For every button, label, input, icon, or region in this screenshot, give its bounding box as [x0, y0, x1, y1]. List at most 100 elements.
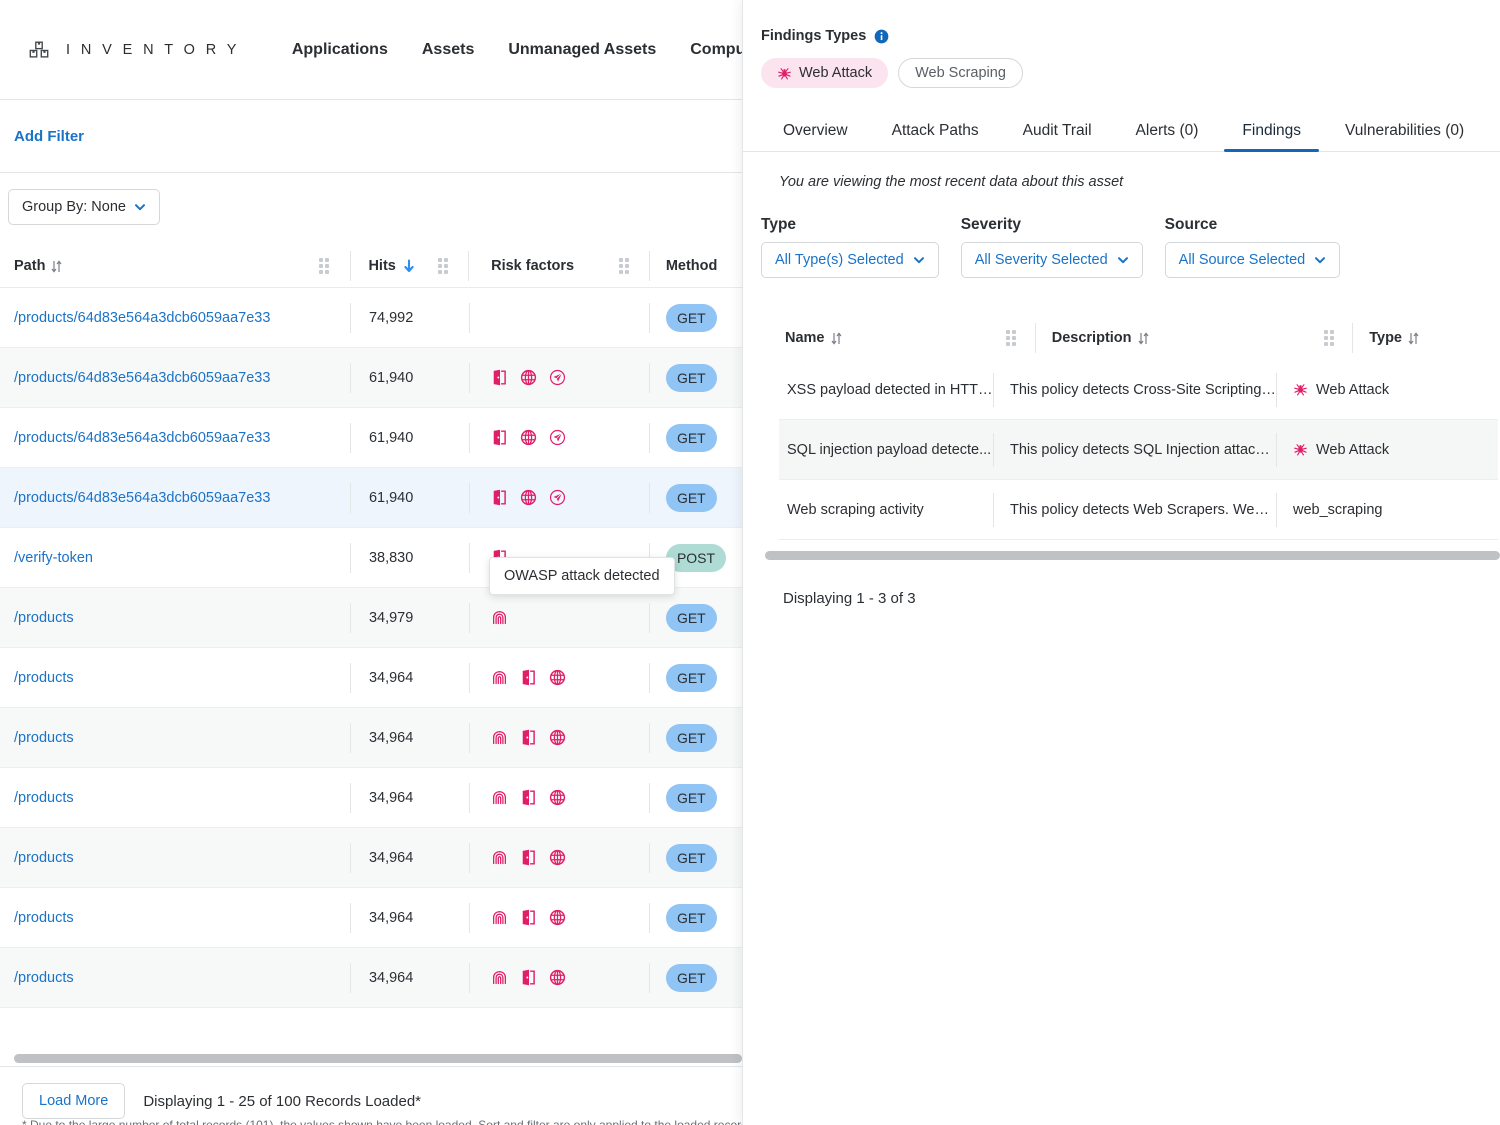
drag-handle-icon[interactable] — [1006, 330, 1016, 346]
add-filter-button[interactable]: Add Filter — [14, 128, 84, 145]
globe-icon[interactable] — [549, 789, 566, 806]
tab-attack-paths[interactable]: Attack Paths — [870, 123, 1001, 152]
sort-unsorted-icon[interactable] — [1138, 332, 1149, 345]
tab-alerts-0[interactable]: Alerts (0) — [1114, 123, 1221, 152]
filter-dropdown-severity[interactable]: All Severity Selected — [961, 242, 1143, 278]
findings-column-header-description[interactable]: Description — [1036, 323, 1306, 353]
door-icon[interactable] — [491, 369, 508, 386]
findings-column-header-name[interactable]: Name — [785, 323, 988, 353]
scrollbar-thumb[interactable] — [14, 1054, 742, 1063]
fingerprint-icon[interactable] — [491, 969, 508, 986]
door-icon[interactable] — [520, 669, 537, 686]
findings-table-row[interactable]: SQL injection payload detecte...This pol… — [779, 420, 1498, 480]
group-by-dropdown[interactable]: Group By: None — [8, 189, 160, 225]
drag-handle-icon[interactable] — [319, 258, 329, 274]
findings-table-row[interactable]: XSS payload detected in HTTP...This poli… — [779, 360, 1498, 420]
door-icon[interactable] — [491, 429, 508, 446]
globe-icon[interactable] — [549, 969, 566, 986]
path-link[interactable]: /products/64d83e564a3dcb6059aa7e33 — [14, 370, 299, 386]
paths-table-hscrollbar[interactable] — [0, 1050, 742, 1066]
fingerprint-icon[interactable] — [491, 669, 508, 686]
findings-column-resize-handle-description[interactable] — [1305, 323, 1352, 353]
column-resize-handle-path[interactable] — [299, 251, 350, 281]
paper-plane-circle-icon[interactable] — [549, 429, 566, 446]
table-row[interactable]: /products34,964GET — [0, 888, 742, 948]
findings-type-chip-web-scraping[interactable]: Web Scraping — [898, 58, 1023, 88]
sort-unsorted-icon[interactable] — [51, 260, 62, 273]
door-icon[interactable] — [520, 729, 537, 746]
drag-handle-icon[interactable] — [1324, 330, 1334, 346]
findings-table-row[interactable]: Web scraping activityThis policy detects… — [779, 480, 1498, 540]
findings-table-hscrollbar[interactable] — [743, 548, 1500, 564]
path-link[interactable]: /products — [14, 850, 299, 866]
paper-plane-circle-icon[interactable] — [549, 489, 566, 506]
path-link[interactable]: /products — [14, 970, 299, 986]
fingerprint-icon[interactable] — [491, 729, 508, 746]
table-row[interactable]: /products34,964GET — [0, 648, 742, 708]
fingerprint-icon[interactable] — [491, 849, 508, 866]
nav-link-unmanaged-assets[interactable]: Unmanaged Assets — [508, 41, 656, 59]
table-row[interactable]: /products34,964GET — [0, 708, 742, 768]
path-link[interactable]: /products/64d83e564a3dcb6059aa7e33 — [14, 310, 299, 326]
fingerprint-icon[interactable] — [491, 909, 508, 926]
door-icon[interactable] — [491, 489, 508, 506]
globe-icon[interactable] — [549, 909, 566, 926]
tab-vulnerabilities-0[interactable]: Vulnerabilities (0) — [1323, 123, 1486, 152]
path-link[interactable]: /products — [14, 790, 299, 806]
door-icon[interactable] — [520, 909, 537, 926]
scrollbar-thumb[interactable] — [765, 551, 1500, 560]
findings-type-chip-web-attack[interactable]: Web Attack — [761, 58, 888, 88]
load-more-button[interactable]: Load More — [22, 1083, 125, 1119]
sort-unsorted-icon[interactable] — [831, 332, 842, 345]
tab-audit-trail[interactable]: Audit Trail — [1001, 123, 1114, 152]
table-row[interactable]: /products34,964GET — [0, 948, 742, 1008]
fingerprint-icon[interactable] — [491, 609, 508, 626]
fingerprint-icon[interactable] — [491, 789, 508, 806]
drag-handle-icon[interactable] — [619, 258, 629, 274]
filter-dropdown-type[interactable]: All Type(s) Selected — [761, 242, 939, 278]
column-header-method[interactable]: Method — [650, 251, 742, 281]
table-row[interactable]: /products/64d83e564a3dcb6059aa7e3361,940… — [0, 348, 742, 408]
findings-column-header-type[interactable]: Type — [1353, 323, 1500, 353]
nav-link-compute-workloads[interactable]: Compute Workloads — [690, 41, 742, 59]
column-header-path[interactable]: Path — [14, 251, 299, 281]
path-link[interactable]: /products/64d83e564a3dcb6059aa7e33 — [14, 430, 299, 446]
path-link[interactable]: /products — [14, 610, 299, 626]
column-header-risk-factors[interactable]: Risk factors — [469, 251, 598, 281]
table-row[interactable]: /products34,979GET — [0, 588, 742, 648]
door-icon[interactable] — [520, 789, 537, 806]
path-link[interactable]: /products — [14, 730, 299, 746]
column-resize-handle-risk[interactable] — [598, 251, 649, 281]
sort-descending-icon[interactable] — [403, 259, 415, 273]
drag-handle-icon[interactable] — [438, 258, 448, 274]
globe-icon[interactable] — [549, 729, 566, 746]
path-link[interactable]: /products/64d83e564a3dcb6059aa7e33 — [14, 490, 299, 506]
door-icon[interactable] — [520, 849, 537, 866]
column-resize-handle-hits[interactable] — [417, 251, 468, 281]
nav-link-assets[interactable]: Assets — [422, 41, 474, 59]
paper-plane-circle-icon[interactable] — [549, 369, 566, 386]
globe-icon[interactable] — [549, 849, 566, 866]
path-link[interactable]: /verify-token — [14, 550, 299, 566]
nav-link-applications[interactable]: Applications — [292, 41, 388, 59]
sort-unsorted-icon[interactable] — [1408, 332, 1419, 345]
table-row[interactable]: /products/64d83e564a3dcb6059aa7e3361,940… — [0, 408, 742, 468]
column-header-hits[interactable]: Hits — [350, 251, 417, 281]
door-icon[interactable] — [520, 969, 537, 986]
web-attack-spider-icon — [1293, 442, 1308, 457]
info-icon[interactable] — [874, 29, 889, 44]
filter-dropdown-source[interactable]: All Source Selected — [1165, 242, 1341, 278]
table-row[interactable]: /products/64d83e564a3dcb6059aa7e3374,992… — [0, 288, 742, 348]
path-link[interactable]: /products — [14, 910, 299, 926]
globe-icon[interactable] — [520, 369, 537, 386]
table-row[interactable]: /products/64d83e564a3dcb6059aa7e3361,940… — [0, 468, 742, 528]
globe-icon[interactable] — [549, 669, 566, 686]
table-row[interactable]: /products34,964GET — [0, 768, 742, 828]
globe-icon[interactable] — [520, 429, 537, 446]
tab-overview[interactable]: Overview — [761, 123, 870, 152]
table-row[interactable]: /products34,964GET — [0, 828, 742, 888]
path-link[interactable]: /products — [14, 670, 299, 686]
tab-findings[interactable]: Findings — [1220, 123, 1323, 152]
findings-column-resize-handle-name[interactable] — [988, 323, 1035, 353]
globe-icon[interactable] — [520, 489, 537, 506]
